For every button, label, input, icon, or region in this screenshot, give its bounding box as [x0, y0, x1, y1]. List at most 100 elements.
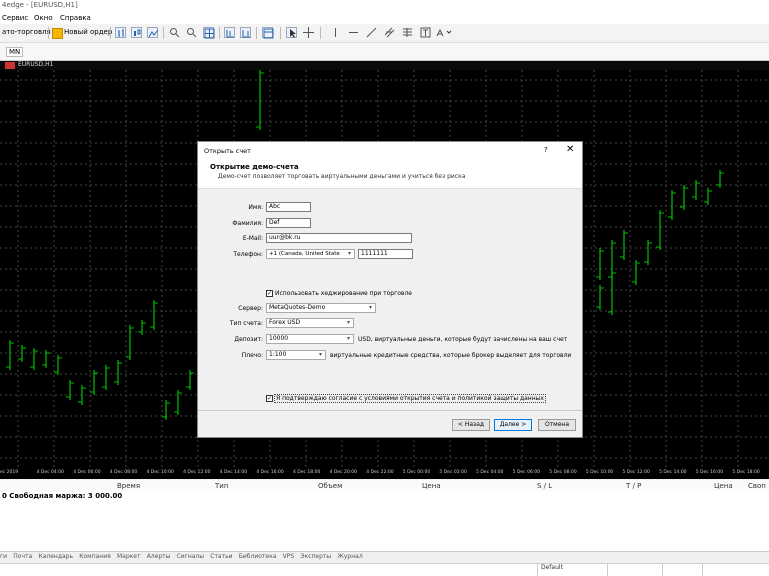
tab-experts[interactable]: Эксперты — [300, 553, 331, 560]
time-axis-label: 5 Dec 08:00 — [549, 470, 577, 475]
main-toolbar: ато-торговля Новый ордер — [0, 24, 769, 43]
status-cell — [607, 564, 663, 576]
server-label: Сервер: — [238, 305, 263, 312]
status-cell — [702, 564, 733, 576]
time-axis-label: 4 Dec 18:00 — [292, 470, 321, 475]
horizontal-line-icon[interactable] — [348, 27, 359, 38]
toolbar-separator — [48, 27, 49, 39]
tab-trade[interactable]: ги — [0, 553, 7, 560]
tile-windows-icon[interactable] — [203, 27, 215, 39]
chevron-down-icon: ▾ — [368, 304, 372, 311]
menu-item-help[interactable]: Справка — [60, 14, 91, 22]
tab-mailbox[interactable]: Почта — [13, 553, 32, 560]
back-button[interactable]: < Назад — [452, 419, 490, 431]
trendline-icon[interactable] — [366, 27, 377, 38]
tab-alerts[interactable]: Алерты — [147, 553, 171, 560]
trade-table-body — [0, 501, 769, 551]
time-axis-label: 4 Dec 12:00 — [183, 470, 211, 475]
candlestick-icon[interactable] — [131, 27, 142, 38]
time-axis-label: 4 Dec 10:00 — [146, 470, 174, 475]
toolbar-separator — [219, 27, 220, 39]
column-price[interactable]: Цена — [422, 482, 441, 490]
menu-item-service[interactable]: Сервис — [2, 14, 28, 22]
phone-field[interactable]: 1111111 — [358, 249, 413, 259]
status-cell — [662, 564, 703, 576]
dialog-heading: Открытие демо-счета — [210, 163, 299, 171]
next-button[interactable]: Далее > — [494, 419, 532, 431]
column-type[interactable]: Тип — [215, 482, 228, 490]
deposit-select[interactable]: 10000 ▾ — [266, 334, 354, 344]
menu-item-window[interactable]: Окно — [34, 14, 53, 22]
phone-label: Телефон: — [233, 251, 263, 258]
close-icon[interactable]: ✕ — [566, 144, 574, 155]
time-axis-label: 4 Dec 22:00 — [366, 470, 394, 475]
zoom-in-icon[interactable] — [169, 27, 180, 38]
shapes-dropdown-icon[interactable] — [436, 27, 452, 38]
leverage-label: Плечо: — [241, 352, 263, 359]
chevron-down-icon: ▾ — [346, 319, 350, 326]
chart-symbol-label: EURUSD,H1 — [18, 61, 54, 68]
agree-checkbox[interactable]: ✓ — [266, 395, 273, 402]
server-select[interactable]: MetaQuotes-Demo ▾ — [266, 303, 376, 313]
autotrading-button[interactable]: ато-торговля — [2, 28, 51, 36]
email-field[interactable]: uur@bk.ru — [266, 233, 412, 243]
surname-field[interactable]: Def — [266, 218, 311, 228]
time-axis-label: 5 Dec 06:00 — [512, 470, 541, 475]
time-axis-label: 5 Dec 10:00 — [585, 470, 614, 475]
leverage-select[interactable]: 1:100 ▾ — [266, 350, 326, 360]
account-type-select[interactable]: Forex USD ▾ — [266, 318, 354, 328]
line-chart-icon[interactable] — [147, 27, 159, 38]
cancel-button[interactable]: Отмена — [538, 419, 576, 431]
status-bar: Default — [0, 563, 769, 576]
crosshair-icon[interactable] — [303, 27, 314, 38]
zoom-out-icon[interactable] — [186, 27, 197, 38]
status-profile: Default — [537, 564, 608, 576]
new-order-button[interactable]: Новый ордер — [64, 28, 112, 36]
tab-signals[interactable]: Сигналы — [177, 553, 204, 560]
tab-library[interactable]: Библиотека — [239, 553, 277, 560]
tab-journal[interactable]: Журнал — [337, 553, 362, 560]
open-account-dialog: Открыть счет ? ✕ Открытие демо-счета Дем… — [197, 141, 583, 438]
fibonacci-icon[interactable] — [402, 27, 413, 38]
dialog-title: Открыть счет — [204, 147, 251, 155]
leverage-note: виртуальные кредитные средства, которые … — [330, 352, 572, 359]
phone-country-select[interactable]: +1 (Canada, United State ▾ — [266, 249, 355, 259]
time-axis-label: 4 Dec 14:00 — [219, 470, 248, 475]
tab-market[interactable]: Маркет — [117, 553, 140, 560]
name-field[interactable]: Abc — [266, 202, 311, 212]
indicators-icon[interactable] — [262, 27, 274, 39]
time-axis-label: 4 Dec 08:00 — [109, 470, 138, 475]
tab-articles[interactable]: Статьи — [210, 553, 232, 560]
chevron-down-icon: ▾ — [347, 250, 351, 257]
time-axis-label: 4 Dec 04:00 — [36, 470, 65, 475]
column-tp[interactable]: T / P — [626, 482, 641, 490]
text-label-icon[interactable] — [420, 27, 431, 38]
new-order-icon — [52, 28, 63, 39]
hedging-label[interactable]: Использовать хеджирование при торговле — [275, 290, 412, 297]
margin-summary-row[interactable]: 0 Свободная маржа: 3 000.00 — [0, 491, 769, 501]
time-axis-label: 5 Dec 00:00 — [402, 470, 431, 475]
autoscroll-icon[interactable] — [240, 27, 251, 38]
chevron-down-icon: ▾ — [346, 335, 350, 342]
tab-calendar[interactable]: Календарь — [38, 553, 73, 560]
column-volume[interactable]: Объем — [318, 482, 342, 490]
cursor-icon[interactable] — [286, 27, 297, 38]
timeframe-bar: MN — [0, 43, 769, 61]
agree-label[interactable]: Я подтверждаю согласие с условиями откры… — [274, 394, 546, 403]
chevron-down-icon: ▾ — [318, 351, 322, 358]
equidistant-channel-icon[interactable] — [384, 27, 395, 38]
tab-vps[interactable]: VPS — [283, 553, 295, 560]
column-current-price[interactable]: Цена — [714, 482, 733, 490]
dialog-subheading: Демо-счет позволяет торговать виртуальны… — [218, 173, 466, 180]
dialog-header: Открытие демо-счета Демо-счет позволяет … — [198, 159, 582, 189]
tab-company[interactable]: Компания — [79, 553, 111, 560]
column-swap[interactable]: Своп — [748, 482, 766, 490]
column-sl[interactable]: S / L — [537, 482, 552, 490]
column-time[interactable]: Время — [117, 482, 140, 490]
help-button[interactable]: ? — [544, 146, 548, 154]
bar-chart-icon[interactable] — [115, 27, 126, 38]
hedging-checkbox[interactable]: ✓ — [266, 290, 273, 297]
timeframe-mn-button[interactable]: MN — [6, 47, 24, 57]
vertical-line-icon[interactable] — [330, 27, 341, 38]
chart-shift-icon[interactable] — [224, 27, 235, 38]
